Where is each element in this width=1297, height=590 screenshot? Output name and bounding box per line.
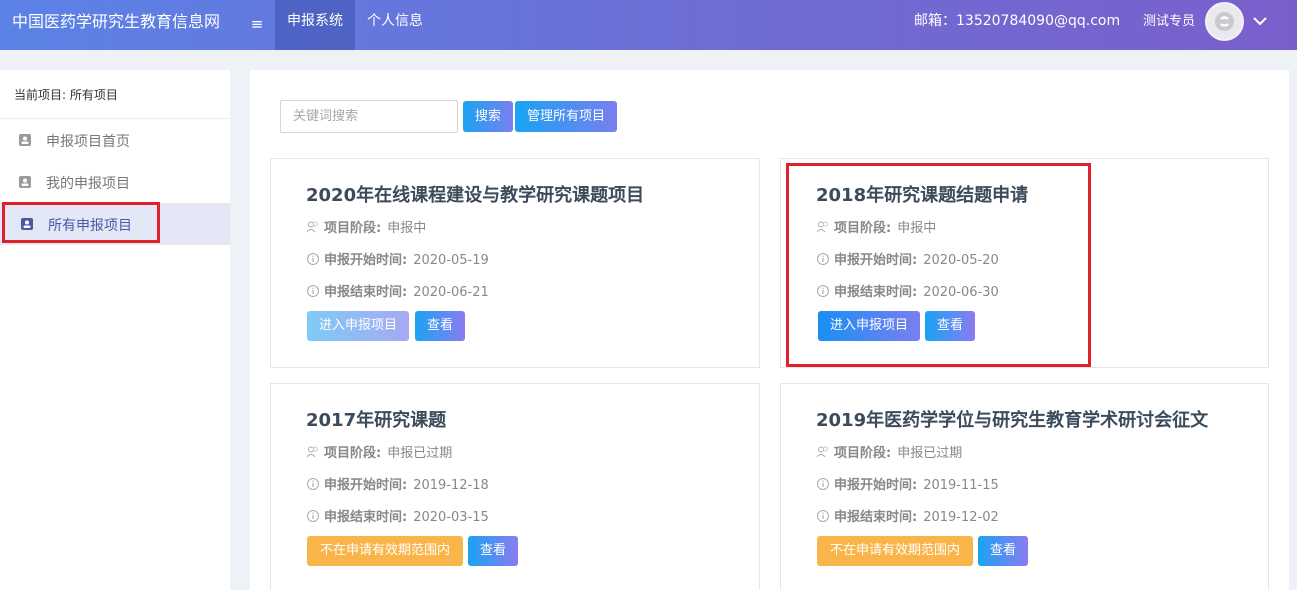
site-title[interactable]: 中国医药学研究生教育信息网 xyxy=(12,12,220,32)
users-icon xyxy=(816,221,828,233)
view-button[interactable]: 查看 xyxy=(468,536,518,566)
stage-value: 申报已过期 xyxy=(387,446,453,461)
user-badge-icon xyxy=(19,176,31,188)
view-button[interactable]: 查看 xyxy=(978,536,1028,566)
search-input[interactable] xyxy=(280,100,458,133)
project-title: 2020年在线课程建设与教学研究课题项目 xyxy=(306,185,645,206)
info-icon xyxy=(817,478,829,490)
project-card: 2019年医药学学位与研究生教育学术研讨会征文 项目阶段: 申报已过期 申报开始时… xyxy=(780,383,1269,590)
info-icon xyxy=(817,253,829,265)
users-icon xyxy=(306,446,318,458)
view-button[interactable]: 查看 xyxy=(925,311,975,341)
stage-value: 申报中 xyxy=(897,221,937,236)
start-time-label: 申报开始时间: xyxy=(324,478,408,493)
start-time-value: 2019-12-18 xyxy=(413,478,489,493)
project-title: 2018年研究课题结题申请 xyxy=(816,185,1029,206)
project-stage-row: 项目阶段: 申报已过期 xyxy=(306,442,452,461)
stage-label: 项目阶段: xyxy=(834,221,892,236)
end-time-label: 申报结束时间: xyxy=(324,510,408,525)
user-badge-icon xyxy=(19,134,31,146)
manage-all-projects-button[interactable]: 管理所有项目 xyxy=(515,101,617,132)
avatar[interactable] xyxy=(1205,2,1244,41)
avatar-logo-icon xyxy=(1214,11,1235,32)
end-time-row: 申报结束时间: 2020-06-21 xyxy=(306,281,489,300)
top-navbar: 中国医药学研究生教育信息网 ≡ 申报系统 个人信息 邮箱：13520784090… xyxy=(0,0,1297,50)
chevron-down-icon[interactable] xyxy=(1251,12,1269,30)
stage-value: 申报中 xyxy=(387,221,427,236)
start-time-value: 2020-05-19 xyxy=(413,253,489,268)
users-icon xyxy=(816,446,828,458)
sidebar-item-label: 我的申报项目 xyxy=(46,176,130,192)
stage-value: 申报已过期 xyxy=(897,446,963,461)
view-button[interactable]: 查看 xyxy=(415,311,465,341)
menu-icon[interactable]: ≡ xyxy=(249,13,265,35)
start-time-label: 申报开始时间: xyxy=(834,478,918,493)
end-time-row: 申报结束时间: 2020-06-30 xyxy=(816,281,999,300)
project-card: 2020年在线课程建设与教学研究课题项目 项目阶段: 申报中 申报开始时间: 202… xyxy=(270,158,760,368)
sidebar-item-home[interactable]: 申报项目首页 xyxy=(0,119,230,161)
end-time-value: 2020-03-15 xyxy=(413,510,489,525)
info-icon xyxy=(817,285,829,297)
user-email: 邮箱：13520784090@qq.com xyxy=(914,13,1121,29)
enter-project-button[interactable]: 进入申报项目 xyxy=(307,311,409,341)
end-time-value: 2020-06-30 xyxy=(923,285,999,300)
sidebar-item-label: 申报项目首页 xyxy=(46,134,130,150)
project-card: 2018年研究课题结题申请 项目阶段: 申报中 申报开始时间: 2020-05-20… xyxy=(780,158,1269,368)
sidebar-item-my-projects[interactable]: 我的申报项目 xyxy=(0,161,230,203)
end-time-row: 申报结束时间: 2019-12-02 xyxy=(816,506,999,525)
project-stage-row: 项目阶段: 申报中 xyxy=(306,217,426,236)
not-in-period-button[interactable]: 不在申请有效期范围内 xyxy=(307,536,463,566)
sidebar-item-label: 所有申报项目 xyxy=(48,218,132,234)
start-time-value: 2019-11-15 xyxy=(923,478,999,493)
tab-personal-info[interactable]: 个人信息 xyxy=(355,0,435,50)
end-time-label: 申报结束时间: xyxy=(834,510,918,525)
project-title: 2019年医药学学位与研究生教育学术研讨会征文 xyxy=(816,410,1209,431)
not-in-period-button[interactable]: 不在申请有效期范围内 xyxy=(817,536,973,566)
info-icon xyxy=(307,478,319,490)
info-icon xyxy=(307,285,319,297)
users-icon xyxy=(306,221,318,233)
start-time-label: 申报开始时间: xyxy=(834,253,918,268)
username[interactable]: 测试专员 xyxy=(1143,12,1195,32)
info-icon xyxy=(307,510,319,522)
project-stage-row: 项目阶段: 申报中 xyxy=(816,217,936,236)
user-badge-icon xyxy=(21,218,33,230)
end-time-value: 2020-06-21 xyxy=(413,285,489,300)
start-time-row: 申报开始时间: 2019-12-18 xyxy=(306,474,489,493)
current-project-label: 当前项目: 所有项目 xyxy=(14,88,118,102)
start-time-row: 申报开始时间: 2020-05-19 xyxy=(306,249,489,268)
info-icon xyxy=(307,253,319,265)
search-button[interactable]: 搜索 xyxy=(463,101,513,132)
end-time-label: 申报结束时间: xyxy=(834,285,918,300)
project-stage-row: 项目阶段: 申报已过期 xyxy=(816,442,962,461)
end-time-label: 申报结束时间: xyxy=(324,285,408,300)
start-time-row: 申报开始时间: 2019-11-15 xyxy=(816,474,999,493)
start-time-value: 2020-05-20 xyxy=(923,253,999,268)
tab-application-system[interactable]: 申报系统 xyxy=(275,0,355,50)
sidebar: 当前项目: 所有项目 申报项目首页 我的申报项目 所有申报项目 xyxy=(0,70,230,590)
enter-project-button[interactable]: 进入申报项目 xyxy=(818,311,920,341)
end-time-value: 2019-12-02 xyxy=(923,510,999,525)
stage-label: 项目阶段: xyxy=(834,446,892,461)
stage-label: 项目阶段: xyxy=(324,221,382,236)
stage-label: 项目阶段: xyxy=(324,446,382,461)
info-icon xyxy=(817,510,829,522)
start-time-row: 申报开始时间: 2020-05-20 xyxy=(816,249,999,268)
start-time-label: 申报开始时间: xyxy=(324,253,408,268)
project-card: 2017年研究课题 项目阶段: 申报已过期 申报开始时间: 2019-12-18 申… xyxy=(270,383,760,590)
sidebar-item-all-projects[interactable]: 所有申报项目 xyxy=(0,203,230,245)
end-time-row: 申报结束时间: 2020-03-15 xyxy=(306,506,489,525)
project-title: 2017年研究课题 xyxy=(306,410,447,431)
